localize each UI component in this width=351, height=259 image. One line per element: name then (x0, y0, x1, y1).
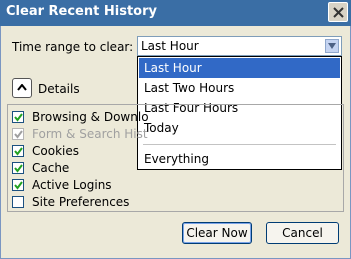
details-label: Details (38, 82, 80, 96)
cancel-button[interactable]: Cancel (266, 222, 339, 244)
checkbox[interactable] (12, 179, 24, 191)
menu-item-last-two-hours[interactable]: Last Two Hours (139, 78, 340, 98)
checkbox[interactable] (12, 196, 24, 208)
checkbox-label: Cache (32, 161, 70, 175)
close-icon (333, 7, 344, 18)
checkbox-label: Active Logins (32, 178, 112, 192)
close-button[interactable] (328, 2, 348, 22)
time-range-value: Last Hour (141, 39, 199, 53)
chevron-down-icon (328, 43, 336, 49)
check-icon (14, 113, 23, 122)
window-title: Clear Recent History (6, 4, 157, 19)
check-icon (14, 164, 23, 173)
checkbox-label: Cookies (32, 144, 79, 158)
check-icon (14, 147, 23, 156)
checkbox[interactable] (12, 162, 24, 174)
check-icon (14, 181, 23, 190)
time-range-dropdown[interactable]: Last Hour (137, 36, 342, 56)
checkbox-label: Site Preferences (32, 195, 130, 209)
chevron-up-icon (17, 84, 27, 91)
checkbox-label: Browsing & Downlo (32, 110, 149, 124)
checkbox (12, 128, 24, 140)
dropdown-arrow-button[interactable] (325, 39, 339, 53)
title-bar: Clear Recent History (0, 0, 351, 26)
check-icon (14, 130, 23, 139)
clear-now-button[interactable]: Clear Now (182, 222, 252, 244)
checkbox-label: Form & Search Hist (32, 127, 148, 141)
menu-item-last-hour[interactable]: Last Hour (139, 58, 340, 78)
checkbox[interactable] (12, 145, 24, 157)
checkbox[interactable] (12, 111, 24, 123)
details-toggle-button[interactable] (12, 78, 32, 98)
time-range-label: Time range to clear: (12, 40, 134, 54)
